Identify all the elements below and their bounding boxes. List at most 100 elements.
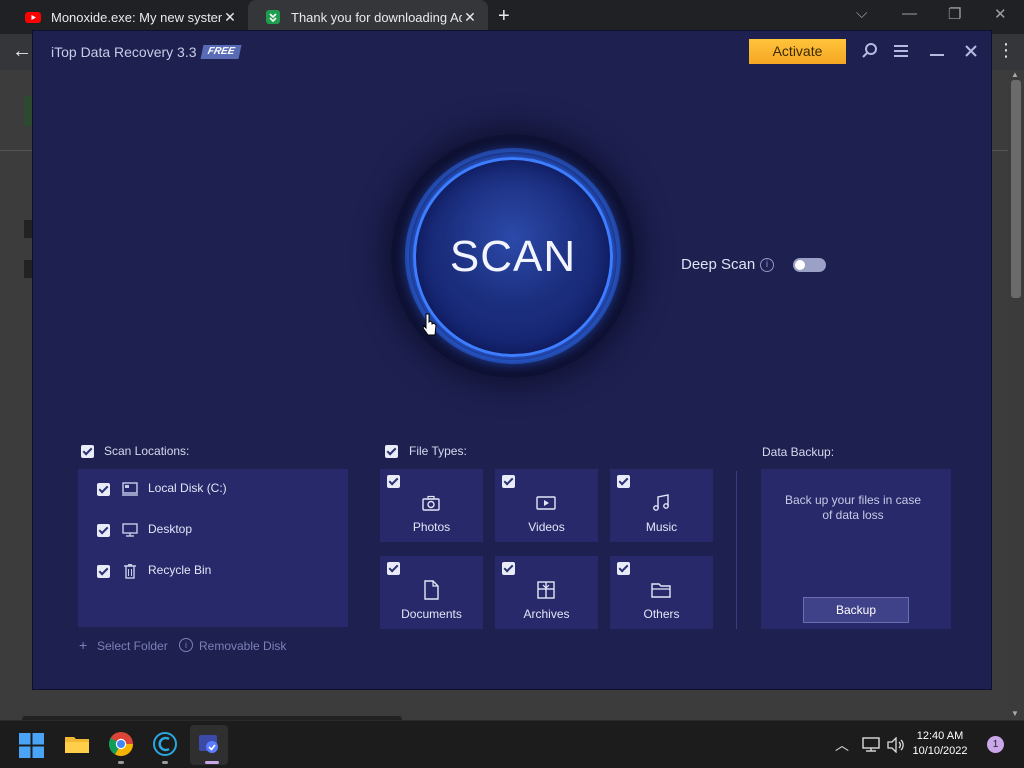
location-label: Recycle Bin	[148, 563, 212, 577]
browser-tab-download[interactable]: Thank you for downloading Adva ✕	[248, 0, 488, 34]
windows-start-icon[interactable]	[19, 733, 44, 758]
toggle-knob	[795, 260, 805, 270]
itop-app-window: iTop Data Recovery 3.3 FREE Activate SCA…	[32, 30, 992, 690]
file-type-label: Music	[645, 520, 678, 534]
section-divider	[736, 471, 737, 629]
file-types-label: File Types:	[409, 444, 467, 458]
tab-title: Monoxide.exe: My new system d	[51, 9, 222, 25]
windows-taskbar: ︿ 12:40 AM 10/10/2022 1	[0, 720, 1024, 768]
removable-disk-link[interactable]: Removable Disk	[199, 639, 286, 653]
plus-icon[interactable]: +	[79, 637, 87, 653]
clock-date: 10/10/2022	[912, 745, 968, 757]
browser-tab-youtube[interactable]: Monoxide.exe: My new system d ✕	[8, 0, 248, 34]
tab-close-icon[interactable]: ✕	[222, 9, 238, 26]
file-type-label: Photos	[412, 520, 451, 534]
app-close-icon[interactable]	[960, 40, 982, 62]
page-decoration	[24, 220, 32, 238]
restore-icon[interactable]: ❐	[948, 5, 961, 23]
youtube-icon	[25, 12, 41, 23]
scan-locations-panel: Local Disk (C:) Desktop Recycle Bin	[78, 469, 348, 627]
activate-button[interactable]: Activate	[749, 39, 846, 64]
folder-icon	[651, 583, 671, 598]
backup-button[interactable]: Backup	[803, 597, 909, 623]
page-scrollbar[interactable]: ▲ ▼	[1008, 70, 1024, 720]
browser-menu-icon[interactable]: ⋮	[997, 40, 1015, 61]
file-type-videos[interactable]: Videos	[495, 469, 598, 542]
file-type-checkbox[interactable]	[387, 475, 400, 488]
data-backup-label: Data Backup:	[762, 445, 835, 459]
scrollbar-thumb[interactable]	[1011, 80, 1021, 298]
search-icon[interactable]	[859, 40, 881, 62]
info-icon[interactable]: i	[760, 258, 774, 272]
scroll-up-icon[interactable]: ▲	[1011, 70, 1019, 79]
archive-icon	[537, 581, 555, 599]
trash-icon	[124, 564, 136, 579]
clock-time: 12:40 AM	[916, 730, 964, 742]
notification-badge[interactable]: 1	[987, 736, 1004, 753]
hand-cursor-icon	[423, 313, 437, 336]
location-label: Local Disk (C:)	[148, 481, 227, 495]
itop-data-recovery-icon[interactable]	[195, 730, 223, 758]
music-icon	[653, 494, 669, 511]
file-type-checkbox[interactable]	[617, 475, 630, 488]
new-tab-button[interactable]: +	[498, 5, 510, 28]
minimize-icon[interactable]: —	[902, 5, 917, 22]
download-icon	[266, 10, 280, 24]
ccleaner-icon[interactable]	[151, 730, 179, 758]
file-type-others[interactable]: Others	[610, 556, 713, 629]
document-icon	[424, 580, 439, 600]
info-icon: i	[179, 638, 193, 652]
drive-icon	[122, 482, 138, 496]
location-label: Desktop	[148, 522, 193, 536]
file-type-label: Videos	[528, 520, 565, 534]
network-icon[interactable]	[862, 737, 880, 753]
file-types-checkbox[interactable]	[385, 445, 398, 458]
chrome-icon[interactable]	[107, 730, 135, 758]
file-type-checkbox[interactable]	[502, 475, 515, 488]
file-type-checkbox[interactable]	[617, 562, 630, 575]
file-explorer-icon[interactable]	[63, 730, 91, 758]
deep-scan-toggle[interactable]	[793, 258, 826, 272]
app-minimize-icon[interactable]	[926, 40, 948, 62]
select-folder-link[interactable]: Select Folder	[97, 639, 168, 653]
scan-locations-label: Scan Locations:	[104, 444, 190, 458]
scroll-down-icon[interactable]: ▼	[1011, 709, 1019, 718]
location-item-recycle-bin[interactable]: Recycle Bin	[78, 556, 348, 586]
file-type-archives[interactable]: Archives	[495, 556, 598, 629]
location-checkbox[interactable]	[97, 483, 110, 496]
tab-close-icon[interactable]: ✕	[462, 9, 478, 26]
backup-description: Back up your files in case of data loss	[784, 493, 922, 522]
camera-icon	[422, 495, 440, 511]
scan-button[interactable]: SCAN	[413, 157, 613, 357]
hamburger-menu-icon[interactable]	[890, 40, 912, 62]
file-type-documents[interactable]: Documents	[380, 556, 483, 629]
system-clock[interactable]: 12:40 AM 10/10/2022	[905, 729, 975, 759]
monitor-icon	[122, 523, 138, 537]
location-checkbox[interactable]	[97, 565, 110, 578]
free-badge: FREE	[200, 45, 242, 59]
location-item-desktop[interactable]: Desktop	[78, 515, 348, 545]
tab-title: Thank you for downloading Adva	[291, 9, 462, 25]
file-type-label: Documents	[401, 607, 462, 621]
deep-scan-label: Deep Scan	[681, 256, 756, 273]
running-indicator	[162, 761, 168, 764]
file-type-music[interactable]: Music	[610, 469, 713, 542]
active-indicator	[205, 761, 219, 764]
close-icon[interactable]: ✕	[994, 5, 1007, 23]
file-type-checkbox[interactable]	[502, 562, 515, 575]
location-item-local-disk[interactable]: Local Disk (C:)	[78, 474, 348, 504]
file-type-photos[interactable]: Photos	[380, 469, 483, 542]
location-checkbox[interactable]	[97, 524, 110, 537]
video-icon	[536, 496, 556, 510]
volume-icon[interactable]	[887, 737, 905, 753]
file-type-label: Others	[643, 607, 680, 621]
page-decoration	[24, 260, 32, 278]
app-title: iTop Data Recovery 3.3	[51, 44, 197, 60]
browser-tabstrip: Monoxide.exe: My new system d ✕ Thank yo…	[0, 0, 1024, 34]
file-type-label: Archives	[523, 607, 570, 621]
tray-chevron-up-icon[interactable]: ︿	[835, 735, 849, 755]
file-type-checkbox[interactable]	[387, 562, 400, 575]
back-arrow-icon[interactable]: ←	[12, 40, 32, 63]
scan-locations-checkbox[interactable]	[81, 445, 94, 458]
tab-search-icon[interactable]: ⌵	[856, 5, 867, 22]
